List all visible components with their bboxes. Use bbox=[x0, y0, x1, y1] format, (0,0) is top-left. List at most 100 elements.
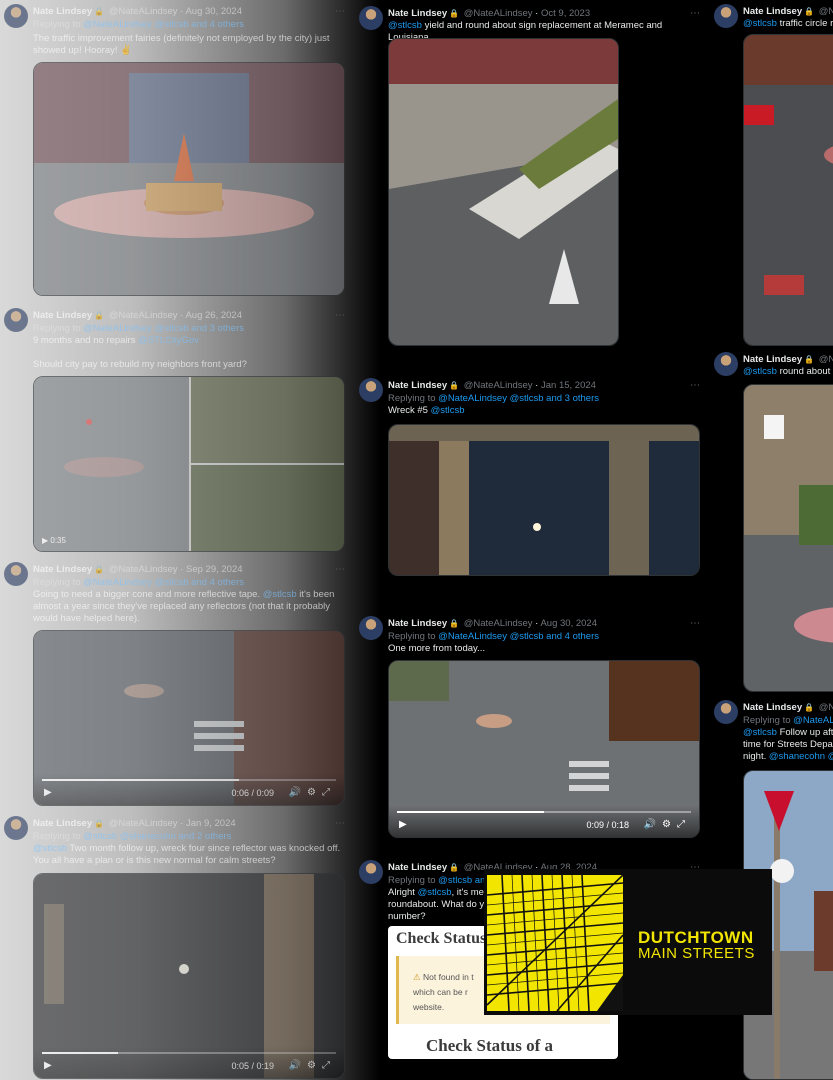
avatar[interactable] bbox=[359, 6, 383, 30]
lock-icon: 🔒 bbox=[804, 355, 815, 364]
author-handle[interactable]: @NateALindsey bbox=[109, 310, 178, 321]
author-name[interactable]: Nate Lindsey bbox=[33, 6, 92, 17]
author-name[interactable]: Nate Lindsey bbox=[388, 618, 447, 629]
tweet-date[interactable]: Oct 9, 2023 bbox=[541, 8, 590, 19]
mention-link[interactable]: @stlcsb bbox=[418, 887, 452, 898]
avatar[interactable] bbox=[4, 562, 28, 586]
avatar[interactable] bbox=[714, 4, 738, 28]
video-progress[interactable] bbox=[397, 811, 691, 813]
author-handle[interactable]: @Na bbox=[819, 6, 833, 17]
play-icon[interactable]: ▶ bbox=[44, 1060, 52, 1071]
tweet-card[interactable]: Nate Lindsey 🔒 @NateALindsey · Aug 26, 20… bbox=[0, 308, 355, 558]
tweet-card[interactable]: Nate Lindsey🔒 @Nat @stlcsb round about s bbox=[710, 352, 833, 692]
tweet-card[interactable]: Nate Lindsey 🔒 @NateALindsey · Aug 30, 20… bbox=[355, 616, 710, 846]
tweet-card[interactable]: Nate Lindsey🔒 @Na @stlcsb traffic circle… bbox=[710, 4, 833, 346]
more-icon[interactable]: ⋯ bbox=[335, 564, 345, 575]
tweet-photo[interactable] bbox=[743, 384, 833, 692]
author-handle[interactable]: @Na bbox=[819, 702, 833, 713]
tweet-date[interactable]: Aug 26, 2024 bbox=[185, 310, 242, 321]
author-handle[interactable]: @NateALindsey bbox=[109, 6, 178, 17]
mention-link[interactable]: @stlcsb bbox=[33, 843, 67, 854]
reply-mentions[interactable]: @NateALin bbox=[793, 715, 833, 726]
author-name[interactable]: Nate Lindsey bbox=[33, 818, 92, 829]
tweet-card[interactable]: Nate Lindsey 🔒 @NateALindsey · Jan 9, 202… bbox=[0, 816, 355, 1080]
avatar[interactable] bbox=[359, 616, 383, 640]
mention-link[interactable]: @stlcsb bbox=[743, 727, 777, 738]
more-icon[interactable]: ⋯ bbox=[690, 8, 700, 19]
tweet-date[interactable]: Jan 15, 2024 bbox=[541, 380, 596, 391]
player-controls-icons[interactable]: 🔊⚙⤢ bbox=[644, 819, 691, 830]
author-handle[interactable]: @NateALindsey bbox=[464, 618, 533, 629]
reply-line: Replying to @NateALin bbox=[743, 715, 833, 726]
author-name[interactable]: Nate Lindsey bbox=[743, 6, 802, 17]
author-name[interactable]: Nate Lindsey bbox=[388, 380, 447, 391]
avatar[interactable] bbox=[4, 816, 28, 840]
more-icon[interactable]: ⋯ bbox=[690, 380, 700, 391]
play-icon[interactable]: ▶ bbox=[44, 787, 52, 798]
lock-icon: 🔒 bbox=[449, 381, 460, 390]
player-controls-icons[interactable]: 🔊⚙⤢ bbox=[289, 787, 336, 798]
tweet-date[interactable]: Aug 30, 2024 bbox=[185, 6, 242, 17]
author-name[interactable]: Nate Lindsey bbox=[33, 310, 92, 321]
author-name[interactable]: Nate Lindsey bbox=[388, 862, 447, 873]
tweet-card[interactable]: Nate Lindsey 🔒 @NateALindsey · Sep 29, 20… bbox=[0, 562, 355, 812]
mention-link[interactable]: @stlcsb bbox=[743, 18, 777, 29]
player-controls-icons[interactable]: 🔊⚙⤢ bbox=[289, 1060, 336, 1071]
lock-icon: 🔒 bbox=[804, 703, 815, 712]
avatar[interactable] bbox=[714, 352, 738, 376]
avatar[interactable] bbox=[4, 308, 28, 332]
tweet-photo[interactable] bbox=[388, 38, 619, 346]
author-handle[interactable]: @Nat bbox=[819, 354, 833, 365]
reply-mentions[interactable]: @NateALindsey @stlcsb and 4 others bbox=[438, 631, 599, 642]
reply-mentions[interactable]: @NateALindsey @stlcsb and 4 others bbox=[83, 19, 244, 30]
tweet-card[interactable]: Nate Lindsey 🔒 @NateALindsey · Oct 9, 202… bbox=[355, 6, 710, 356]
mention-link[interactable]: @stlcsb bbox=[263, 589, 297, 600]
avatar[interactable] bbox=[714, 700, 738, 724]
more-icon[interactable]: ⋯ bbox=[690, 618, 700, 629]
tweet-card[interactable]: Nate Lindsey 🔒 @NateALindsey · Jan 15, 20… bbox=[355, 378, 710, 578]
play-icon[interactable]: ▶ bbox=[399, 819, 407, 830]
reply-mentions[interactable]: @stlcsb @shanecohn and 2 others bbox=[83, 831, 231, 842]
more-icon[interactable]: ⋯ bbox=[335, 310, 345, 321]
tweet-card[interactable]: Nate Lindsey 🔒 @NateALindsey · Aug 30, 20… bbox=[0, 4, 355, 299]
reply-mentions[interactable]: @NateALindsey @stlcsb and 3 others bbox=[438, 393, 599, 404]
author-handle[interactable]: @NateALindsey bbox=[464, 380, 533, 391]
author-name[interactable]: Nate Lindsey bbox=[388, 8, 447, 19]
author-handle[interactable]: @NateALindsey bbox=[464, 8, 533, 19]
mention-link[interactable]: @shanecohn @ bbox=[769, 751, 833, 762]
avatar[interactable] bbox=[359, 378, 383, 402]
tweet-header: Nate Lindsey 🔒 @NateALindsey · Jan 9, 202… bbox=[33, 818, 345, 829]
doc-title: Check Status bbox=[396, 930, 487, 947]
video-time: 0:09 / 0:18 bbox=[586, 820, 629, 830]
video-progress[interactable] bbox=[42, 1052, 336, 1054]
reply-mentions[interactable]: @stlcsb and bbox=[438, 875, 490, 886]
reply-mentions[interactable]: @NateALindsey @stlcsb and 3 others bbox=[83, 323, 244, 334]
tweet-video[interactable]: ▶ 0:06 / 0:09 🔊⚙⤢ bbox=[33, 630, 345, 806]
mention-link[interactable]: @stlcsb bbox=[388, 20, 422, 31]
tweet-photo[interactable] bbox=[743, 34, 833, 346]
author-name[interactable]: Nate Lindsey bbox=[743, 354, 802, 365]
mention-link[interactable]: @STLCityGov bbox=[138, 335, 199, 346]
more-icon[interactable]: ⋯ bbox=[335, 818, 345, 829]
author-name[interactable]: Nate Lindsey bbox=[33, 564, 92, 575]
author-handle[interactable]: @NateALindsey bbox=[109, 818, 178, 829]
lock-icon: 🔒 bbox=[94, 565, 105, 574]
more-icon[interactable]: ⋯ bbox=[335, 6, 345, 17]
tweet-date[interactable]: Sep 29, 2024 bbox=[186, 564, 243, 575]
tweet-date[interactable]: Aug 30, 2024 bbox=[540, 618, 597, 629]
tweet-video[interactable] bbox=[388, 424, 700, 576]
author-name[interactable]: Nate Lindsey bbox=[743, 702, 802, 713]
avatar[interactable] bbox=[359, 860, 383, 884]
reply-mentions[interactable]: @NateALindsey @stlcsb and 4 others bbox=[83, 577, 244, 588]
tweet-header: Nate Lindsey🔒 @Na bbox=[743, 702, 833, 713]
video-progress[interactable] bbox=[42, 779, 336, 781]
tweet-video[interactable]: ▶ 0:09 / 0:18 🔊⚙⤢ bbox=[388, 660, 700, 838]
tweet-photo[interactable] bbox=[33, 62, 345, 296]
tweet-date[interactable]: Jan 9, 2024 bbox=[186, 818, 236, 829]
tweet-video[interactable]: ▶ 0:05 / 0:19 🔊⚙⤢ bbox=[33, 873, 345, 1079]
author-handle[interactable]: @NateALindsey bbox=[109, 564, 178, 575]
mention-link[interactable]: @stlcsb bbox=[743, 366, 777, 377]
mention-link[interactable]: @stlcsb bbox=[431, 405, 465, 416]
tweet-video-grid[interactable]: ▶ 0:35 bbox=[33, 376, 345, 552]
avatar[interactable] bbox=[4, 4, 28, 28]
